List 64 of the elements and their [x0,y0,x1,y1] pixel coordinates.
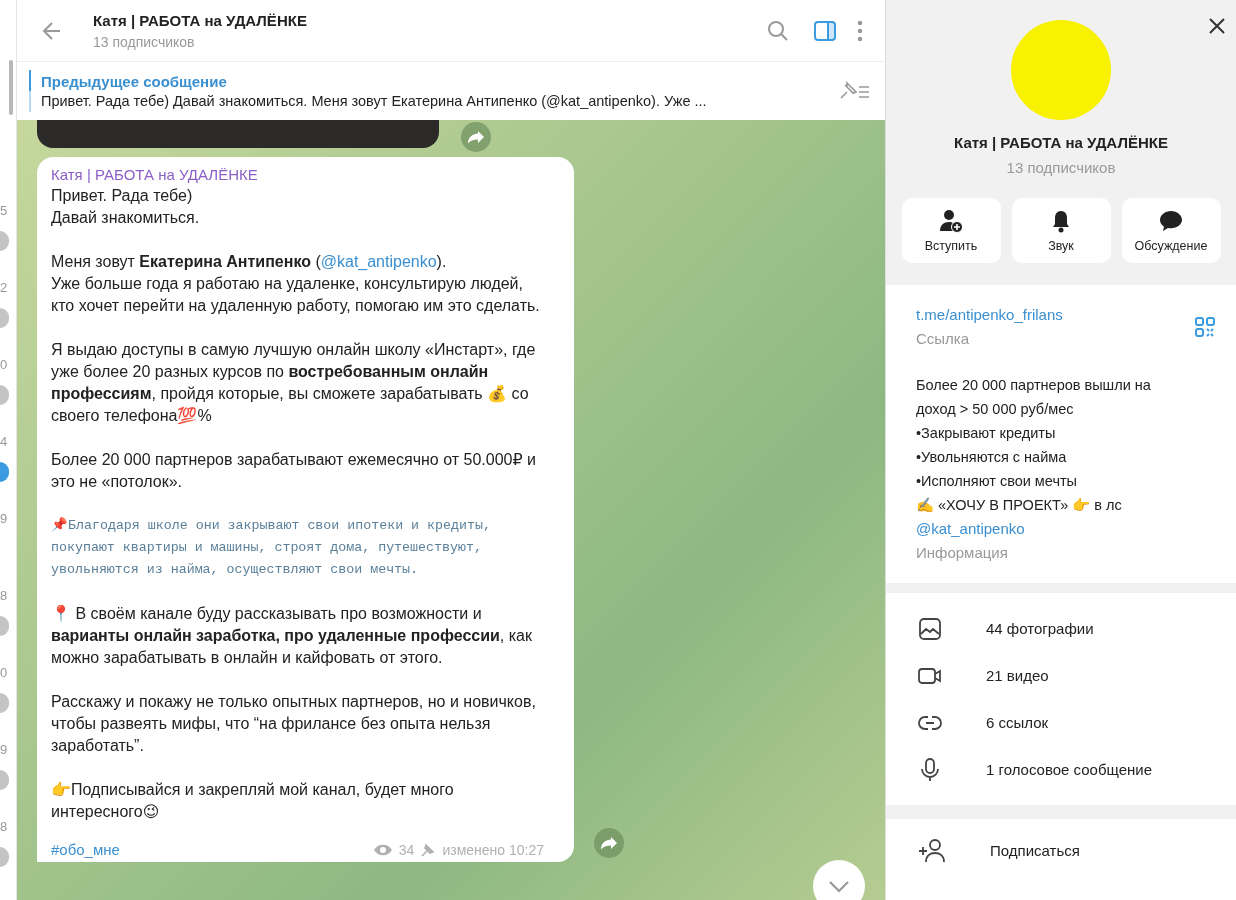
channel-name: Катя | РАБОТА на УДАЛЁНКЕ [954,134,1168,151]
subscriber-count: 13 подписчиков [93,33,196,50]
field-label: Информация [916,543,1009,563]
field-label: Ссылка [916,329,971,349]
chat-time-fragment: 2 [0,280,9,296]
chat-time-fragment: 8 [0,819,9,835]
message-paragraph: 👉Подписывайся и закрепляй мой канал, будет много интересного😉 [51,780,455,822]
channel-description: Более 20 000 партнеров вышли на доход > 50 000 руб/мес •Закрывают кредиты •Увольняются с найма •Исполняют свои мечты ✍ «ХОЧУ В ПРОЕКТ» 👉 в лс [916,376,1152,515]
chat-time-fragment: 9 [0,511,9,527]
image-icon [918,616,942,641]
media-row[interactable]: 1 голосовое сообщение [886,746,1236,793]
channel-link[interactable]: t.me/antipenko_frilans [916,303,1063,327]
message-paragraph: Я выдаю доступы в самую лучшую онлайн школу «Инстарт», где уже более 20 разных курсов по востребованным онлайн профессиям, пройдя которые, вы сможете зарабатывать 💰 со своего телефона💯% [51,340,537,426]
unread-badge [0,462,9,482]
media-row[interactable]: 6 ссылок [886,699,1236,746]
menu-icon[interactable] [857,19,863,42]
message-paragraph: 📌Благодаря школе они закрывают свои ипотеки и кредиты, покупают квартиры и машины, строят дома, путешествуют, увольняются из найма, осуществляют свои мечты. [51,516,492,579]
unread-badge [0,308,9,328]
unread-badge [0,693,9,713]
chat-time-fragment: 0 [0,357,9,373]
back-arrow-icon[interactable] [41,19,63,42]
action-button[interactable]: Вступить [901,198,1001,263]
share-icon[interactable] [461,122,491,152]
chat-time-fragment: 4 [0,434,9,450]
mention-link[interactable]: @kat_antipenko [320,253,437,270]
close-icon[interactable] [1208,17,1226,35]
message-paragraph: 📍 В своём канале буду рассказывать про возможности и варианты онлайн заработка, про удаленные профессии, как можно зарабатывать в онлайн и кайфовать от этого. [51,604,533,668]
chat-time-fragment: 8 [0,588,9,604]
search-icon[interactable] [767,19,789,42]
edited-time: изменено 10:27 [442,842,544,858]
unread-badge [0,385,9,405]
message-paragraph: Привет. Рада тебе) Давай знакомиться. [51,186,201,228]
chat-title: Катя | РАБОТА на УДАЛЁНКЕ [93,11,308,29]
mention-link[interactable]: @kat_antipenko [916,517,1216,541]
sidebar-toggle-icon[interactable] [813,19,837,42]
microphone-icon [918,757,942,782]
add-user-icon [939,208,963,233]
chat-time-fragment: 0 [0,665,9,681]
message-paragraph: Расскажу и покажу не только опытных партнеров, но и новичков, чтобы развеять мифы, что “на фрилансе без опыта нельзя заработать”. [51,692,537,756]
media-row[interactable]: 21 видео [886,652,1236,699]
pinned-label: Предыдущее сообщение [41,73,228,90]
scroll-down-button[interactable] [813,860,865,900]
message-paragraph: Более 20 000 партнеров зарабатывают ежемесячно от 50.000₽ и это не «потолок». [51,450,537,492]
unread-badge [0,231,9,251]
message-author: Катя | РАБОТА на УДАЛЁНКЕ [51,166,259,183]
pinned-text: Привет. Рада тебе) Давай знакомиться. Меня зовут Екатерина Антипенко (@kat_antipenko). Уже ... [41,93,708,109]
chat-time-fragment: 9 [0,742,9,758]
share-icon[interactable] [594,828,624,858]
scrollbar-thumb [9,60,13,115]
unread-badge [0,847,9,867]
action-button[interactable]: Звук [1011,198,1111,263]
message-paragraph: Меня зовут Екатерина Антипенко (@kat_antipenko). Уже больше года я работаю на удаленке, консультирую людей, кто хочет перейти на удаленную работу, помогаю им это сделать. [51,252,541,316]
eye-icon [372,843,393,857]
add-user-icon [918,838,946,863]
view-count: 34 [398,842,415,858]
unread-badge [0,616,9,636]
qr-code-icon[interactable] [1194,316,1216,338]
subscriber-count: 13 подписчиков [1006,159,1116,176]
hashtag-link[interactable]: #обо_мне [51,841,120,858]
chat-bubble-icon [1159,208,1183,233]
unread-badge [0,770,9,790]
action-button[interactable]: Обсуждение [1121,198,1221,263]
chat-time-fragment: 5 [0,203,9,219]
media-row[interactable]: 44 фотографии [886,605,1236,652]
